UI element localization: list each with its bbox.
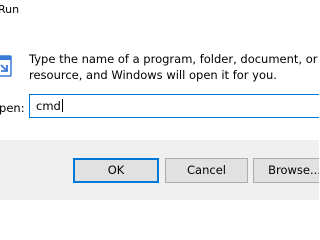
open-input[interactable]: cmd — [29, 94, 319, 118]
text-caret — [61, 99, 63, 112]
title-bar[interactable]: Run — [0, 0, 319, 26]
window-title: Run — [0, 3, 20, 16]
run-dialog: Run Type the name of a program, folder, … — [0, 0, 319, 200]
instructions-line-1: Type the name of a program, folder, docu… — [29, 52, 319, 66]
dialog-content — [0, 26, 319, 140]
ok-button[interactable]: OK — [73, 158, 159, 183]
cancel-button[interactable]: Cancel — [165, 158, 248, 183]
open-input-value: cmd — [36, 99, 63, 113]
instructions-text: Type the name of a program, folder, docu… — [29, 52, 319, 83]
browse-button[interactable]: Browse... — [253, 158, 319, 183]
open-label: Open: — [0, 101, 25, 115]
open-input-text: cmd — [36, 99, 61, 113]
instructions-line-2: resource, and Windows will open it for y… — [29, 67, 277, 82]
run-program-icon — [0, 55, 12, 77]
